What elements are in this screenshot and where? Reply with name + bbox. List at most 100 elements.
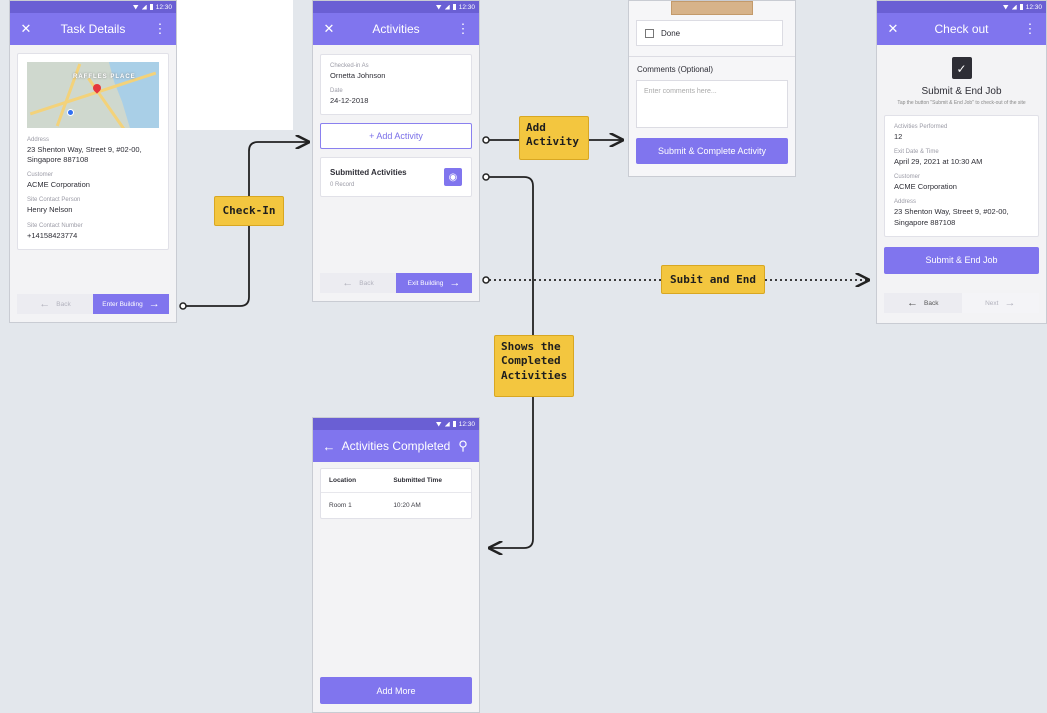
exit-time-label: Exit Date & Time (894, 149, 939, 156)
exit-building-button[interactable]: Exit Building → (396, 273, 472, 293)
status-time: 12:30 (458, 420, 475, 428)
address-value: 23 Shenton Way, Street 9, #02-00, Singap… (27, 145, 142, 165)
app-bar: ✕ Task Details ⋮ (10, 13, 176, 45)
customer-label: Customer (27, 172, 54, 179)
table-header: Location Submitted Time (321, 469, 471, 493)
note-check-in: Check-In (214, 196, 284, 226)
submitted-activities-card: Submitted Activities 0 Record ◉ (320, 157, 472, 198)
performed-label: Activities Performed (894, 124, 948, 130)
connector-start-dot (179, 302, 187, 310)
done-label: Done (661, 28, 681, 38)
contact-number-label: Site Contact Number (27, 222, 83, 229)
comments-label: Comments (Optional) (637, 65, 714, 74)
submitted-count: 0 Record (330, 182, 355, 189)
task-details-screen: 12:30 ✕ Task Details ⋮ RAFFLES PLACE Add… (9, 0, 177, 323)
enter-building-label: Enter Building (102, 300, 143, 308)
submit-complete-activity-button[interactable]: Submit & Complete Activity (636, 138, 788, 164)
status-bar: 12:30 (313, 418, 479, 430)
connector-start-dot (482, 173, 490, 181)
bottom-bar: ← Back Enter Building → (17, 294, 169, 314)
view-eye-icon[interactable]: ◉ (444, 168, 462, 187)
enter-building-button[interactable]: Enter Building → (93, 294, 169, 314)
submit-end-job-button[interactable]: Submit & End Job (884, 246, 1039, 274)
col-location: Location (329, 477, 357, 484)
status-bar: 12:30 (313, 1, 479, 13)
back-label: Back (924, 299, 939, 307)
note-add-activity: Add Activity (519, 116, 589, 160)
next-button[interactable]: Next → (961, 293, 1039, 313)
more-icon[interactable]: ⋮ (1023, 21, 1037, 37)
arrow-right-icon: → (148, 297, 160, 310)
app-bar: ✕ Activities ⋮ (313, 13, 479, 45)
address-label: Address (894, 199, 917, 206)
customer-value: ACME Corporation (27, 180, 90, 190)
search-icon[interactable]: ⚲ (456, 438, 470, 454)
date-label: Date (330, 88, 343, 95)
exit-time-value: April 29, 2021 at 10:30 AM (894, 157, 983, 167)
back-arrow-icon[interactable]: ← (322, 439, 336, 454)
status-time: 12:30 (1025, 3, 1042, 11)
app-bar: ← Activities Completed ⚲ (313, 430, 479, 462)
customer-label: Customer (894, 174, 921, 181)
back-button[interactable]: ← Back (884, 293, 962, 313)
next-label: Next (985, 299, 999, 307)
col-submitted-time: Submitted Time (393, 477, 442, 484)
page-title: Task Details (60, 22, 126, 36)
more-icon[interactable]: ⋮ (153, 21, 167, 37)
status-bar: 12:30 (877, 1, 1046, 13)
connector-start-dot (482, 136, 490, 144)
page-title: Activities Completed (341, 439, 451, 453)
note-submit-end: Subit and End (661, 265, 765, 294)
back-label: Back (56, 300, 71, 308)
customer-value: ACME Corporation (894, 182, 957, 192)
bottom-bar: ← Back Exit Building → (320, 273, 472, 293)
map[interactable]: RAFFLES PLACE (27, 62, 159, 128)
submitted-activities-title: Submitted Activities (330, 168, 407, 178)
bottom-bar: ← Back Next → (884, 293, 1039, 313)
checkbox-icon[interactable] (645, 28, 654, 38)
comments-placeholder: Enter comments here... (644, 88, 717, 95)
status-bar: 12:30 (10, 1, 176, 13)
done-checkbox-row[interactable]: Done (636, 20, 783, 46)
add-activity-button[interactable]: + Add Activity (320, 123, 472, 150)
exit-building-label: Exit Building (407, 279, 444, 287)
add-more-button[interactable]: Add More (320, 677, 472, 704)
activities-screen: 12:30 ✕ Activities ⋮ Checked-in As Ornet… (312, 0, 480, 302)
arrow-right-icon: → (1004, 296, 1016, 309)
address-value: 23 Shenton Way, Street 9, #02-00, Singap… (894, 207, 1009, 227)
photo-preview (671, 1, 753, 15)
back-button[interactable]: ← Back (320, 273, 396, 293)
row-time: 10:20 AM (393, 502, 421, 509)
checkout-subtitle: Tap the button "Submit & End Job" to che… (897, 100, 1026, 106)
app-bar: ✕ Check out ⋮ (877, 13, 1046, 45)
arrow-right-icon: → (449, 276, 461, 289)
task-card: RAFFLES PLACE Address 23 Shenton Way, St… (17, 53, 169, 250)
completed-connector (489, 176, 534, 335)
arrow-left-icon: ← (39, 297, 51, 310)
activity-form-screen: Done Comments (Optional) Enter comments … (628, 0, 796, 177)
checked-in-value: Ornetta Johnson (330, 71, 386, 80)
blank-panel (177, 0, 293, 130)
close-icon[interactable]: ✕ (886, 21, 900, 37)
map-district-label: RAFFLES PLACE (73, 74, 136, 80)
date-value: 24-12-2018 (330, 96, 369, 106)
more-icon[interactable]: ⋮ (456, 21, 470, 37)
row-location: Room 1 (329, 502, 352, 509)
location-dot-icon (67, 109, 74, 116)
arrow-left-icon: ← (907, 296, 919, 309)
checkout-summary-card: Activities Performed 12 Exit Date & Time… (884, 115, 1039, 237)
page-title: Activities (372, 22, 420, 36)
performed-value: 12 (894, 132, 903, 141)
back-button[interactable]: ← Back (17, 294, 93, 314)
close-icon[interactable]: ✕ (322, 21, 336, 37)
address-label: Address (27, 137, 50, 143)
close-icon[interactable]: ✕ (19, 21, 33, 37)
completed-connector-arrow (490, 397, 534, 548)
completed-table: Location Submitted Time Room 1 10:20 AM (320, 468, 472, 519)
connector-start-dot (482, 276, 490, 284)
arrow-left-icon: ← (342, 276, 354, 289)
page-title: Check out (934, 22, 989, 36)
table-row[interactable]: Room 1 10:20 AM (321, 493, 471, 518)
comments-input[interactable]: Enter comments here... (636, 80, 788, 128)
checkout-heading: Submit & End Job (921, 86, 1002, 97)
